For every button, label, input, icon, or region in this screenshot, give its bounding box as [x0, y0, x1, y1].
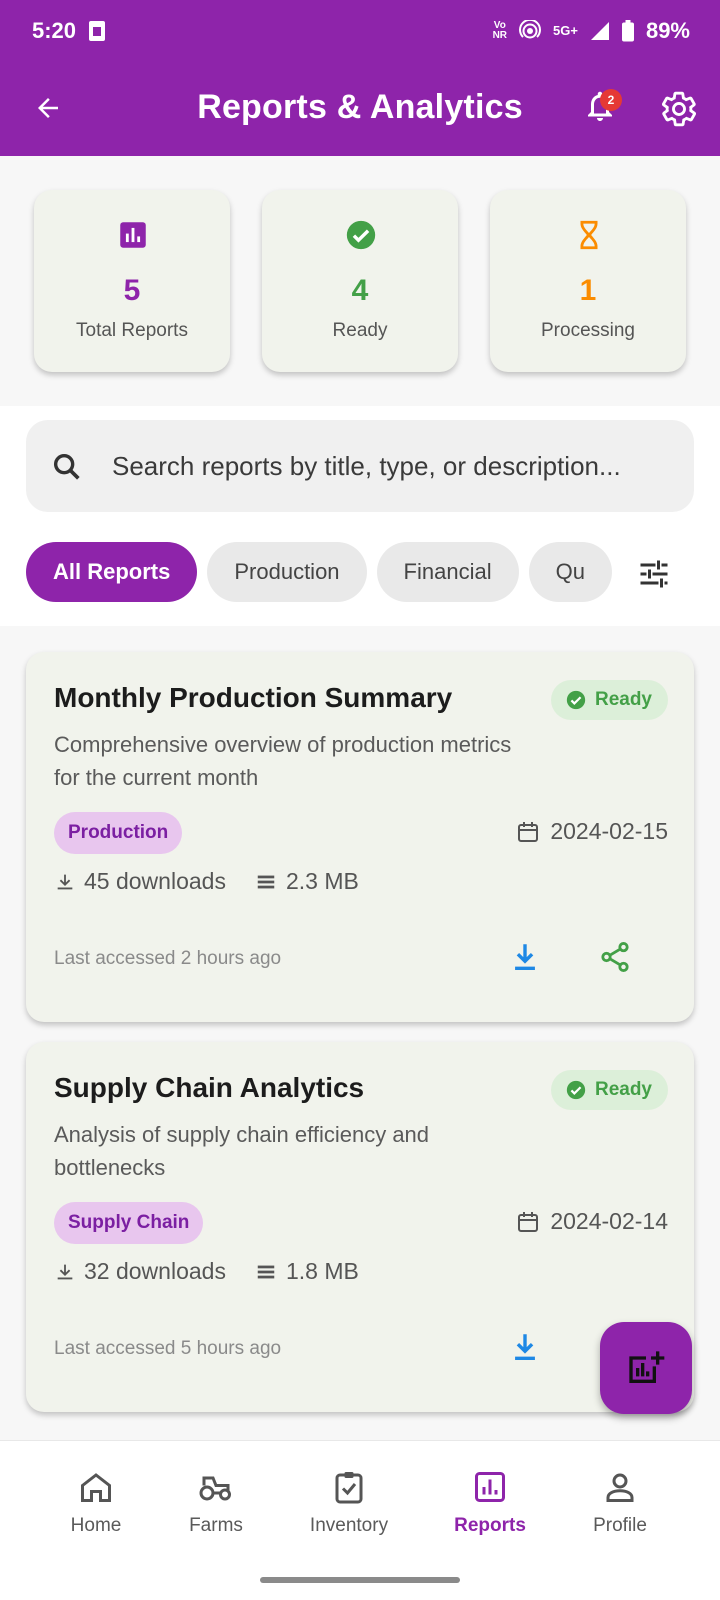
- share-icon[interactable]: [598, 940, 632, 974]
- nav-label: Inventory: [309, 1515, 389, 1536]
- status-badge: Ready: [550, 1070, 668, 1110]
- download-icon: [57, 874, 73, 889]
- report-title: Monthly Production Summary: [54, 682, 453, 713]
- report-title: Supply Chain Analytics: [54, 1072, 365, 1103]
- status-label: Ready: [594, 1079, 652, 1100]
- stat-label: Ready: [332, 320, 388, 341]
- chip-all-reports[interactable]: All Reports: [26, 542, 198, 602]
- date-text: 2024-02-15: [550, 818, 668, 844]
- report-meta: 45 downloads 2.3 MB: [54, 868, 387, 895]
- downloads-count: 32 downloads: [54, 1258, 226, 1285]
- signal-icon: [590, 22, 609, 40]
- file-size: 2.3 MB: [254, 868, 359, 895]
- hotspot-icon: [519, 20, 542, 39]
- home-indicator[interactable]: [260, 1577, 460, 1583]
- network-type: 5G+: [553, 23, 578, 38]
- report-card[interactable]: Supply Chain Analytics Ready Analysis of…: [26, 1042, 694, 1412]
- tune-icon[interactable]: [636, 556, 672, 592]
- category-tag: Supply Chain: [54, 1202, 204, 1244]
- stat-label: Total Reports: [76, 320, 188, 341]
- stat-label: Processing: [541, 320, 635, 341]
- bar-chart-icon: [120, 222, 146, 248]
- chip-financial[interactable]: Financial: [376, 542, 519, 602]
- nav-label: Reports: [454, 1515, 526, 1536]
- stat-value: 1: [579, 274, 597, 307]
- stat-value: 4: [351, 274, 369, 307]
- download-icon: [57, 1264, 73, 1279]
- app-header: 5:20 Vo NR 5G+ 89% Reports & Analytics 2: [0, 0, 720, 156]
- search-input[interactable]: [112, 444, 672, 488]
- search-filter-section: All ReportsProductionFinancialQu: [0, 406, 720, 626]
- chip-quality[interactable]: Qu: [528, 542, 612, 602]
- report-description: Comprehensive overview of production met…: [54, 732, 512, 790]
- person-icon: [606, 1473, 634, 1502]
- search-bar[interactable]: [26, 420, 694, 512]
- new-report-button[interactable]: [600, 1322, 692, 1414]
- sim-card-icon: [89, 21, 105, 41]
- nav-home[interactable]: Home: [36, 1469, 156, 1537]
- bar-chart-icon: [475, 1472, 505, 1502]
- status-badge: Ready: [550, 680, 668, 720]
- hourglass-icon: [580, 220, 598, 250]
- storage-icon: [257, 875, 275, 888]
- gear-icon: [661, 91, 697, 127]
- report-meta: 32 downloads 1.8 MB: [54, 1258, 387, 1285]
- nav-farms[interactable]: Farms: [156, 1469, 276, 1537]
- check-circle-icon: [346, 220, 376, 250]
- status-label: Ready: [594, 689, 652, 710]
- downloads-count: 45 downloads: [54, 868, 226, 895]
- nav-label: Profile: [593, 1515, 647, 1536]
- last-accessed: Last accessed 2 hours ago: [54, 948, 282, 969]
- report-description: Analysis of supply chain efficiency and …: [54, 1122, 430, 1180]
- file-size: 1.8 MB: [254, 1258, 359, 1285]
- nav-reports[interactable]: Reports: [430, 1469, 550, 1537]
- battery-level: 89%: [645, 18, 690, 43]
- status-time: 5:20: [32, 18, 77, 43]
- report-date: 2024-02-14: [516, 1208, 668, 1235]
- clipboard-check-icon: [335, 1472, 363, 1504]
- settings-button[interactable]: [660, 90, 698, 128]
- category-tag: Production: [54, 812, 183, 854]
- nav-profile[interactable]: Profile: [560, 1469, 680, 1537]
- nav-label: Farms: [189, 1515, 243, 1536]
- nav-label: Home: [70, 1515, 122, 1536]
- home-icon: [81, 1473, 111, 1502]
- report-list: Monthly Production Summary Ready Compreh…: [0, 626, 720, 1440]
- stat-value: 5: [123, 274, 141, 307]
- calendar-icon: [518, 1211, 539, 1232]
- chip-production[interactable]: Production: [207, 542, 367, 602]
- status-icons: Vo NR 5G+ 89%: [493, 18, 690, 44]
- stat-card-total[interactable]: 5 Total Reports: [34, 190, 230, 372]
- calendar-icon: [518, 821, 539, 842]
- volte-indicator: Vo NR: [492, 20, 508, 41]
- bottom-navigation: Home Farms Inventory Reports Profile: [0, 1440, 720, 1600]
- report-date: 2024-02-15: [516, 818, 668, 845]
- tractor-icon: [199, 1476, 231, 1501]
- check-circle-icon: [566, 1080, 586, 1100]
- stat-card-ready[interactable]: 4 Ready: [262, 190, 458, 372]
- storage-icon: [257, 1265, 275, 1278]
- download-icon[interactable]: [508, 1330, 542, 1364]
- stat-card-processing[interactable]: 1 Processing: [490, 190, 686, 372]
- nav-inventory[interactable]: Inventory: [289, 1469, 409, 1537]
- date-text: 2024-02-14: [550, 1208, 668, 1234]
- last-accessed: Last accessed 5 hours ago: [54, 1338, 282, 1359]
- add-chart-icon: [629, 1351, 665, 1383]
- download-icon[interactable]: [508, 940, 542, 974]
- search-icon: [53, 453, 80, 480]
- notification-badge: 2: [600, 89, 622, 111]
- filter-chips: All Reports Production Financial Qu: [26, 542, 614, 604]
- stats-section: 5 Total Reports 4 Ready 1 Processing: [0, 156, 720, 406]
- report-card[interactable]: Monthly Production Summary Ready Compreh…: [26, 652, 694, 1022]
- battery-icon: [621, 20, 634, 42]
- check-circle-icon: [566, 690, 586, 710]
